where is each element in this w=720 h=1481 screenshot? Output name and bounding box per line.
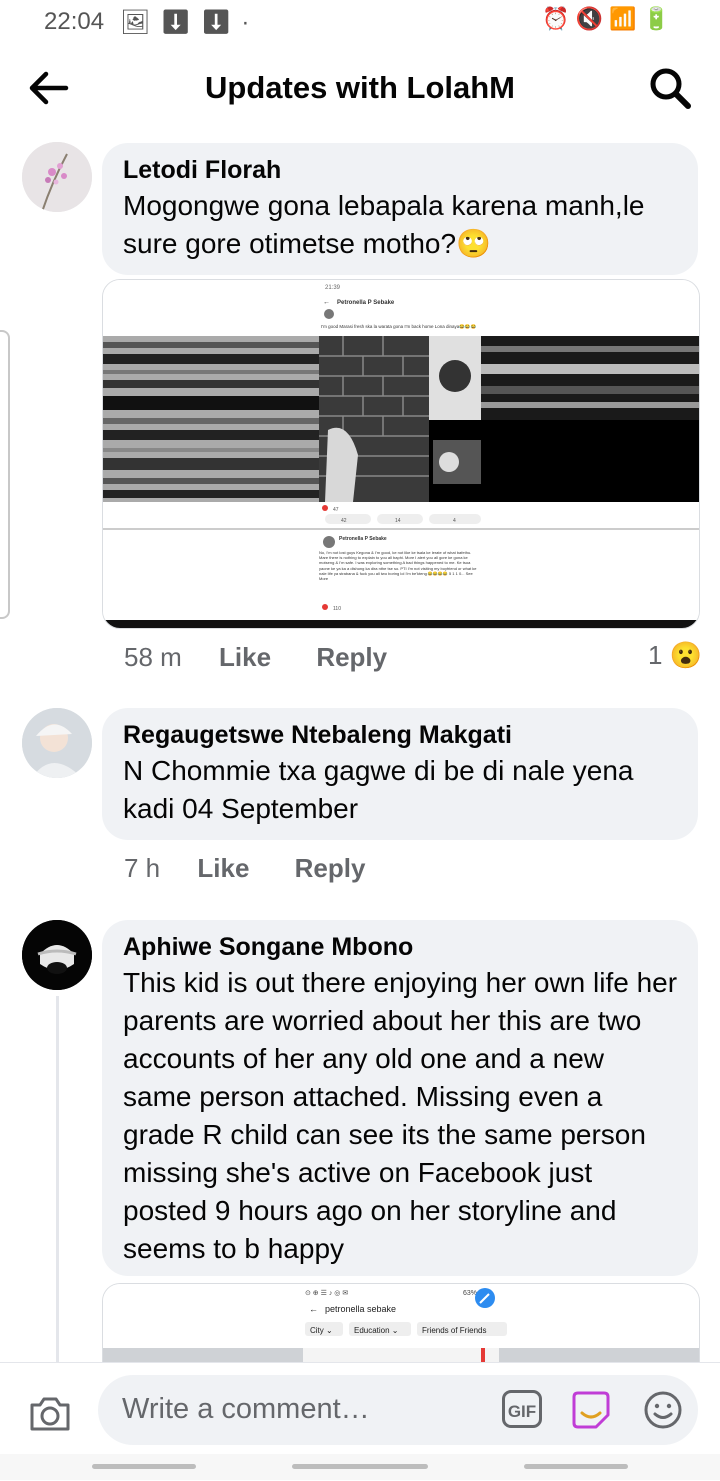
comment-bubble[interactable]: Regaugetswe Ntebaleng Makgati N Chommie … [102, 708, 698, 840]
reply-button[interactable]: Reply [316, 642, 387, 673]
svg-text:←: ← [323, 299, 330, 306]
avatar[interactable] [22, 142, 92, 212]
system-status-icons: ⏰🔇📶🔋 [542, 6, 676, 31]
scroll-edge-handle[interactable] [0, 330, 10, 619]
comment-actions: 58 m Like Reply [124, 642, 387, 673]
search-icon[interactable] [648, 66, 692, 110]
comment-input[interactable]: Write a comment… GIF [98, 1375, 698, 1445]
comment-author[interactable]: Letodi Florah [123, 155, 678, 185]
comment-timestamp: 7 h [124, 853, 161, 883]
attach1-status-time: 21:39 [325, 285, 341, 291]
camera-icon[interactable] [26, 1389, 74, 1437]
attach1-post2-text: No, I'm not lost guys Kegona & I'm good,… [319, 550, 477, 582]
avatar[interactable] [22, 708, 92, 778]
comment-text: Mogongwe gona lebapala karena manh,le su… [123, 190, 645, 259]
attached-screenshot: 21:39 ← Petronella P Sebake I'm good Mar… [103, 280, 699, 628]
avatar-flower-image [22, 142, 92, 212]
glitch-stripes-left [103, 336, 319, 502]
notification-icons: 🖼⬇⬇· [120, 9, 260, 36]
svg-text:⊙ ⊕ ☰ ♪ ◎ ✉: ⊙ ⊕ ☰ ♪ ◎ ✉ [305, 1290, 348, 1297]
attach2-chip-city: City ⌄ [310, 1326, 333, 1335]
attach1-post-text: I'm good Marasi fresh ska la warata gona… [321, 324, 476, 329]
brick-wall-photo [319, 336, 429, 502]
reaction-summary[interactable]: 1 😮 [648, 640, 702, 671]
thread-line [56, 996, 59, 1366]
reaction-count: 1 [648, 640, 663, 670]
nav-recents-indicator[interactable] [92, 1464, 196, 1469]
attach1-likes: 42 [341, 518, 347, 524]
status-time: 22:04 [44, 8, 105, 35]
comment-bubble[interactable]: Letodi Florah Mogongwe gona lebapala kar… [102, 143, 698, 275]
comment-timestamp: 58 m [124, 642, 182, 672]
attach1-comments: 14 [395, 518, 401, 524]
gif-button[interactable]: GIF [502, 1390, 542, 1428]
sticker-icon[interactable] [570, 1389, 612, 1431]
attach2-chip-education: Education ⌄ [354, 1326, 399, 1335]
comment-author[interactable]: Aphiwe Songane Mbono [123, 932, 678, 962]
status-bar: 22:04 🖼⬇⬇· ⏰🔇📶🔋 [0, 0, 720, 44]
attach2-chip-friends: Friends of Friends [422, 1326, 486, 1335]
comment-bubble[interactable]: Aphiwe Songane Mbono This kid is out the… [102, 920, 698, 1276]
like-button[interactable]: Like [197, 853, 249, 884]
page-title: Updates with LolahM [205, 70, 515, 105]
reply-button[interactable]: Reply [295, 853, 366, 884]
comment-text: N Chommie txa gagwe di be di nale yena k… [123, 755, 634, 824]
attach1-profile-name: Petronella P Sebake [337, 300, 395, 306]
attach2-status: 63% [463, 1290, 477, 1297]
avatar[interactable] [22, 920, 92, 990]
wow-reaction-icon: 😮 [669, 640, 703, 670]
attach1-post2-name: Petronella P Sebake [339, 536, 387, 542]
nav-home-indicator[interactable] [292, 1464, 428, 1469]
attach1-reaction-count: 47 [333, 507, 339, 513]
system-nav-bar [0, 1454, 720, 1480]
right-photos [429, 336, 699, 502]
app-header: Updates with LolahM [0, 44, 720, 134]
attach2-profile-name: petronella sebake [325, 1304, 396, 1314]
svg-text:←: ← [309, 1304, 318, 1314]
attach1-post2-reactions: 110 [333, 606, 341, 612]
emoji-icon[interactable] [642, 1389, 684, 1431]
comment-image-attachment[interactable]: 21:39 ← Petronella P Sebake I'm good Mar… [102, 279, 700, 629]
comment-actions: 7 h Like Reply [124, 853, 365, 884]
nav-back-indicator[interactable] [524, 1464, 628, 1469]
avatar-masked-figure-image [22, 920, 92, 990]
comment-author[interactable]: Regaugetswe Ntebaleng Makgati [123, 720, 678, 750]
attach1-shares: 4 [453, 518, 456, 524]
comment-text: This kid is out there enjoying her own l… [123, 967, 678, 1264]
like-button[interactable]: Like [219, 642, 271, 673]
avatar-baby-image [22, 708, 92, 778]
comment-input-placeholder: Write a comment… [122, 1393, 370, 1425]
